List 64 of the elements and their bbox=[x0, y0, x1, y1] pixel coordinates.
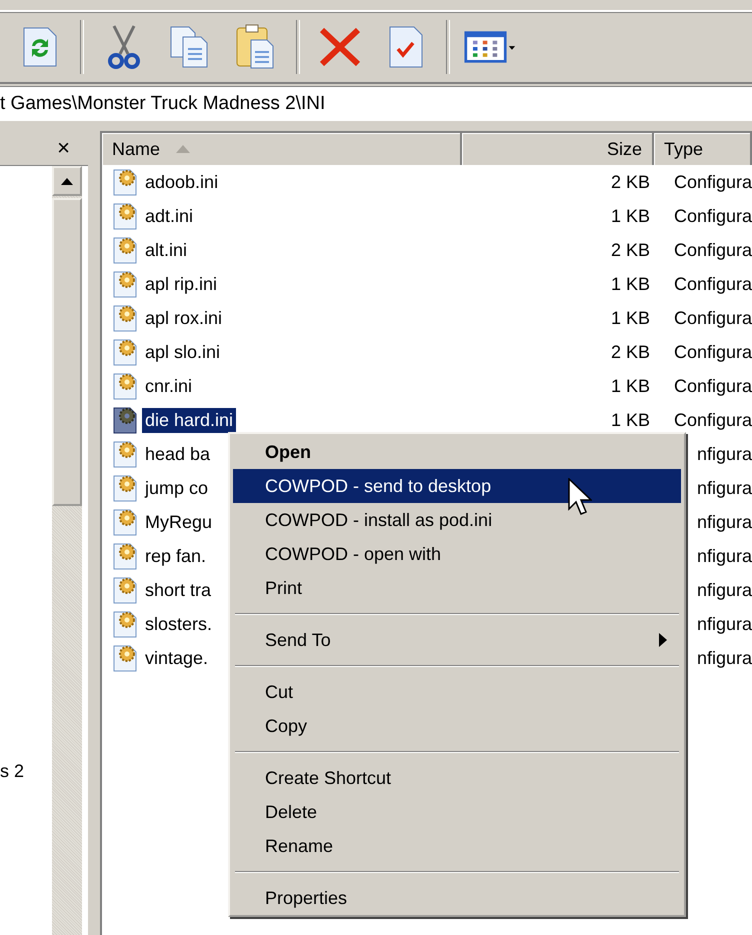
menu-item[interactable]: Cut bbox=[233, 675, 681, 709]
file-name[interactable]: slosters. bbox=[142, 612, 216, 636]
menu-item[interactable]: Send To bbox=[233, 623, 681, 657]
menu-item[interactable]: COWPOD - open with bbox=[233, 537, 681, 571]
file-name[interactable]: adoob.ini bbox=[142, 170, 222, 194]
menu-item[interactable]: Print bbox=[233, 571, 681, 605]
file-type: nfigura bbox=[696, 478, 752, 498]
menu-item[interactable]: Open bbox=[233, 435, 681, 469]
file-type: Configura bbox=[674, 342, 752, 362]
file-name[interactable]: MyRegu bbox=[142, 510, 216, 534]
file-type: Configura bbox=[674, 206, 752, 226]
file-size: 1 KB bbox=[610, 274, 650, 294]
cursor-icon bbox=[568, 478, 592, 518]
file-type: Configura bbox=[674, 172, 752, 192]
tree-item[interactable]: s 2 bbox=[0, 761, 24, 781]
file-size: 2 KB bbox=[610, 240, 650, 260]
file-name[interactable]: apl rox.ini bbox=[142, 306, 226, 330]
column-header[interactable]: Name bbox=[102, 133, 462, 165]
menu-item[interactable]: Properties bbox=[233, 881, 681, 915]
file-name[interactable]: adt.ini bbox=[142, 204, 196, 228]
file-type: Configura bbox=[674, 410, 752, 430]
file-type: Configura bbox=[674, 240, 752, 260]
file-name[interactable]: rep fan. bbox=[142, 544, 210, 568]
delete-icon[interactable] bbox=[318, 27, 362, 67]
scrollbar[interactable] bbox=[52, 166, 82, 935]
close-button[interactable]: × bbox=[53, 137, 74, 159]
column-header[interactable]: Type bbox=[654, 133, 752, 165]
menu-item[interactable]: Rename bbox=[233, 829, 681, 863]
file-name[interactable]: cnr.ini bbox=[142, 374, 196, 398]
file-type: Configura bbox=[674, 376, 752, 396]
up-arrow-icon[interactable] bbox=[61, 178, 73, 184]
menu-item[interactable]: COWPOD - install as pod.ini bbox=[233, 503, 681, 537]
file-name[interactable]: vintage. bbox=[142, 646, 212, 670]
file-type: nfigura bbox=[696, 580, 752, 600]
file-name[interactable]: short tra bbox=[142, 578, 214, 602]
scissors-icon[interactable] bbox=[106, 24, 142, 70]
file-type: Configura bbox=[674, 274, 752, 294]
submenu-arrow-icon bbox=[659, 633, 667, 647]
file-size: 1 KB bbox=[610, 206, 650, 226]
file-name[interactable]: apl rip.ini bbox=[142, 272, 220, 296]
file-name[interactable]: head ba bbox=[142, 442, 214, 466]
file-size: 2 KB bbox=[610, 172, 650, 192]
file-size: 2 KB bbox=[610, 342, 650, 362]
file-type: nfigura bbox=[696, 614, 752, 634]
refresh-icon[interactable] bbox=[22, 26, 58, 68]
menu-item[interactable]: Copy bbox=[233, 709, 681, 743]
file-type: nfigura bbox=[696, 512, 752, 532]
file-type: nfigura bbox=[696, 444, 752, 464]
file-name[interactable]: jump co bbox=[142, 476, 212, 500]
file-type: nfigura bbox=[696, 546, 752, 566]
properties-icon[interactable] bbox=[388, 25, 424, 69]
menu-item[interactable]: Create Shortcut bbox=[233, 761, 681, 795]
file-size: 1 KB bbox=[610, 410, 650, 430]
file-name[interactable]: alt.ini bbox=[142, 238, 190, 262]
address-field[interactable]: t Games\Monster Truck Madness 2\INI bbox=[0, 86, 752, 123]
file-type: nfigura bbox=[696, 648, 752, 668]
file-size: 1 KB bbox=[610, 376, 650, 396]
file-type: Configura bbox=[674, 308, 752, 328]
column-header[interactable]: Size bbox=[462, 133, 654, 165]
menu-item[interactable]: COWPOD - send to desktop bbox=[233, 469, 681, 503]
file-size: 1 KB bbox=[610, 308, 650, 328]
menu-item[interactable]: Delete bbox=[233, 795, 681, 829]
file-name[interactable]: die hard.ini bbox=[142, 408, 236, 432]
file-name[interactable]: apl slo.ini bbox=[142, 340, 224, 364]
